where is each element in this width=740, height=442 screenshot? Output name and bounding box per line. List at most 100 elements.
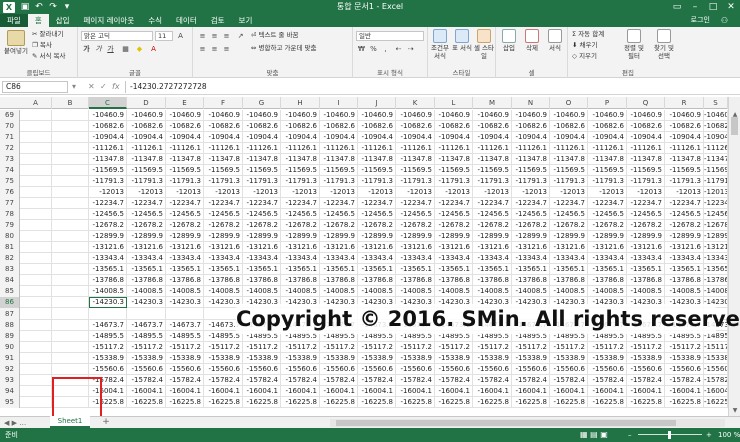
cell-d82[interactable]: -13343.4 xyxy=(127,253,166,264)
cell-k75[interactable]: -11791.3 xyxy=(396,176,435,187)
cell-r74[interactable]: -11569.5 xyxy=(665,165,704,176)
cell-j91[interactable]: -15338.9 xyxy=(358,353,396,364)
cell-m93[interactable]: -15782.4 xyxy=(473,375,512,386)
cell-l83[interactable]: -13565.1 xyxy=(435,264,473,275)
cell-n83[interactable]: -13565.1 xyxy=(512,264,550,275)
cell-s76[interactable]: -12013 xyxy=(704,187,728,198)
cell-e87[interactable] xyxy=(166,308,204,320)
cell-g93[interactable]: -15782.4 xyxy=(243,375,281,386)
column-header-b[interactable]: B xyxy=(52,97,89,109)
cell-d73[interactable]: -11347.8 xyxy=(127,154,166,165)
cell-s71[interactable]: -10904.4 xyxy=(704,132,728,143)
cell-a90[interactable] xyxy=(20,342,52,353)
cell-d86[interactable]: -14230.3 xyxy=(127,297,166,308)
cell-k84[interactable]: -13786.8 xyxy=(396,275,435,286)
column-header-g[interactable]: G xyxy=(243,97,281,109)
cell-o94[interactable]: -16004.1 xyxy=(550,386,588,397)
cell-f74[interactable]: -11569.5 xyxy=(204,165,243,176)
cell-n95[interactable]: -16225.8 xyxy=(512,397,550,408)
cell-g77[interactable]: -12234.7 xyxy=(243,198,281,209)
cell-h80[interactable]: -12899.9 xyxy=(281,231,320,242)
cell-q77[interactable]: -12234.7 xyxy=(627,198,665,209)
cell-r85[interactable]: -14008.5 xyxy=(665,286,704,297)
cell-k85[interactable]: -14008.5 xyxy=(396,286,435,297)
horizontal-scroll-thumb[interactable] xyxy=(336,420,676,426)
column-header-f[interactable]: F xyxy=(204,97,243,109)
cell-m85[interactable]: -14008.5 xyxy=(473,286,512,297)
cell-l74[interactable]: -11569.5 xyxy=(435,165,473,176)
enter-icon[interactable]: ✓ xyxy=(100,81,107,93)
underline-button[interactable]: 가 xyxy=(105,44,116,54)
cell-h78[interactable]: -12456.5 xyxy=(281,209,320,220)
cell-f93[interactable]: -15782.4 xyxy=(204,375,243,386)
cell-i72[interactable]: -11126.1 xyxy=(320,143,358,154)
cell-b73[interactable] xyxy=(52,154,89,165)
view-mode-icons[interactable]: ▦ ▤ ▣ xyxy=(580,428,608,442)
cancel-icon[interactable]: ✕ xyxy=(88,81,95,93)
cell-q92[interactable]: -15560.6 xyxy=(627,364,665,375)
cell-l91[interactable]: -15338.9 xyxy=(435,353,473,364)
cell-b91[interactable] xyxy=(52,353,89,364)
cell-k78[interactable]: -12456.5 xyxy=(396,209,435,220)
cell-j80[interactable]: -12899.9 xyxy=(358,231,396,242)
increase-decimal-icon[interactable]: ⇠ xyxy=(393,44,404,54)
align-top-icon[interactable]: ≡ xyxy=(197,31,208,41)
tab-2[interactable]: 삽입 xyxy=(49,14,77,27)
cell-f92[interactable]: -15560.6 xyxy=(204,364,243,375)
percent-button[interactable]: % xyxy=(368,44,379,54)
cell-r94[interactable]: -16004.1 xyxy=(665,386,704,397)
cell-n73[interactable]: -11347.8 xyxy=(512,154,550,165)
cell-d70[interactable]: -10682.6 xyxy=(127,121,166,132)
cell-d75[interactable]: -11791.3 xyxy=(127,176,166,187)
cell-o78[interactable]: -12456.5 xyxy=(550,209,588,220)
cell-d72[interactable]: -11126.1 xyxy=(127,143,166,154)
font-name-select[interactable]: 맑은 고딕 xyxy=(81,31,153,41)
cell-b89[interactable] xyxy=(52,331,89,342)
cell-n85[interactable]: -14008.5 xyxy=(512,286,550,297)
column-header-q[interactable]: Q xyxy=(627,97,665,109)
cell-i75[interactable]: -11791.3 xyxy=(320,176,358,187)
cell-g95[interactable]: -16225.8 xyxy=(243,397,281,408)
cell-e90[interactable]: -15117.2 xyxy=(166,342,204,353)
cell-b75[interactable] xyxy=(52,176,89,187)
cell-h93[interactable]: -15782.4 xyxy=(281,375,320,386)
cell-c89[interactable]: -14895.5 xyxy=(89,331,127,342)
row-header[interactable]: 74 xyxy=(0,165,20,176)
cell-n80[interactable]: -12899.9 xyxy=(512,231,550,242)
cell-i73[interactable]: -11347.8 xyxy=(320,154,358,165)
cell-s83[interactable]: -13565.1 xyxy=(704,264,728,275)
cell-i69[interactable]: -10460.9 xyxy=(320,110,358,121)
cell-d84[interactable]: -13786.8 xyxy=(127,275,166,286)
row-header[interactable]: 89 xyxy=(0,331,20,342)
cell-n84[interactable]: -13786.8 xyxy=(512,275,550,286)
row-header[interactable]: 90 xyxy=(0,342,20,353)
column-header-r[interactable]: R xyxy=(665,97,704,109)
cell-g73[interactable]: -11347.8 xyxy=(243,154,281,165)
cell-styles-button[interactable]: 셀 스타일 xyxy=(473,29,495,60)
cell-g74[interactable]: -11569.5 xyxy=(243,165,281,176)
cell-i81[interactable]: -13121.6 xyxy=(320,242,358,253)
cell-a73[interactable] xyxy=(20,154,52,165)
cell-l85[interactable]: -14008.5 xyxy=(435,286,473,297)
cell-n72[interactable]: -11126.1 xyxy=(512,143,550,154)
row-header[interactable]: 70 xyxy=(0,121,20,132)
font-color-icon[interactable]: A xyxy=(148,44,159,54)
row-header[interactable]: 71 xyxy=(0,132,20,143)
cell-e76[interactable]: -12013 xyxy=(166,187,204,198)
cell-k83[interactable]: -13565.1 xyxy=(396,264,435,275)
italic-button[interactable]: 가 xyxy=(93,44,104,54)
cell-b83[interactable] xyxy=(52,264,89,275)
insert-cells-button[interactable]: 삽입 xyxy=(498,29,520,52)
cell-p69[interactable]: -10460.9 xyxy=(588,110,627,121)
cell-e94[interactable]: -16004.1 xyxy=(166,386,204,397)
cell-g71[interactable]: -10904.4 xyxy=(243,132,281,143)
number-format-select[interactable]: 일반 xyxy=(356,31,424,41)
cell-j94[interactable]: -16004.1 xyxy=(358,386,396,397)
cell-q82[interactable]: -13343.4 xyxy=(627,253,665,264)
decrease-decimal-icon[interactable]: ⇢ xyxy=(405,44,416,54)
cell-l80[interactable]: -12899.9 xyxy=(435,231,473,242)
cell-s92[interactable]: -15560.6 xyxy=(704,364,728,375)
cell-d83[interactable]: -13565.1 xyxy=(127,264,166,275)
column-header-i[interactable]: I xyxy=(320,97,358,109)
cell-n90[interactable]: -15117.2 xyxy=(512,342,550,353)
